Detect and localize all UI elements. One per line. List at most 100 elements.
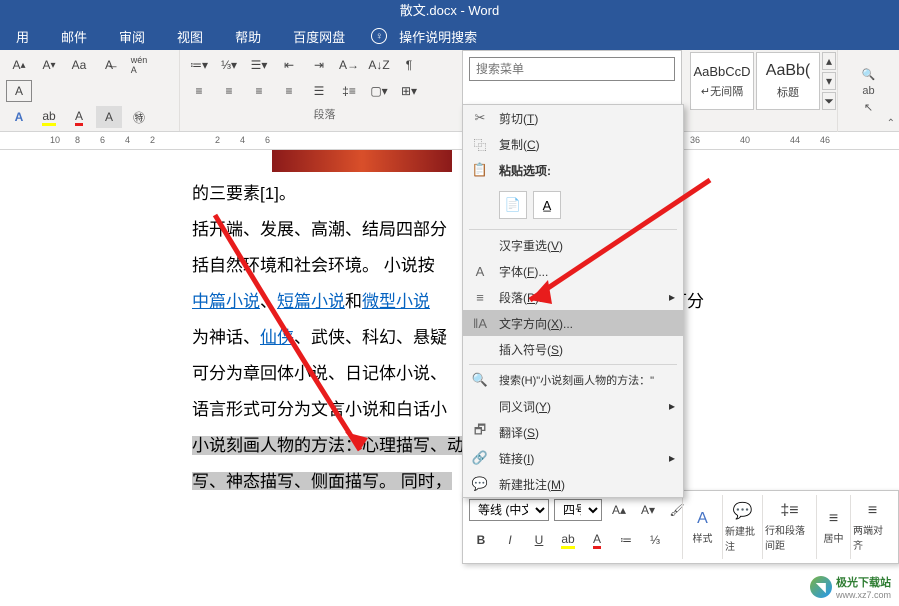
- font-color-icon[interactable]: A: [66, 106, 92, 128]
- styles-up-icon[interactable]: ▴: [822, 52, 836, 70]
- document-area[interactable]: 的三要素[1]。般包 括开端、发展、高潮、结局四部分境包 括自然环境和社会环境。…: [0, 150, 899, 490]
- mini-shrink-icon[interactable]: A▾: [636, 499, 660, 521]
- show-marks-icon[interactable]: ¶: [396, 54, 422, 76]
- mini-toolbar: 等线 (中文 四号 A▴ A▾ 🖌 B I U ab A ≔ ⅓ A样式 💬新建…: [462, 490, 899, 564]
- tab-baidu[interactable]: 百度网盘: [281, 23, 357, 50]
- tab-use[interactable]: 用: [4, 23, 41, 50]
- bullets-icon[interactable]: ≔▾: [186, 54, 212, 76]
- tab-view[interactable]: 视图: [165, 23, 215, 50]
- menu-copy[interactable]: ⿻复制(C): [463, 131, 683, 157]
- shading-icon[interactable]: ▢▾: [366, 80, 392, 102]
- clear-format-icon[interactable]: A̶: [96, 54, 122, 76]
- mini-italic-icon[interactable]: I: [498, 529, 522, 551]
- paste-keep-source[interactable]: 📄: [499, 191, 527, 219]
- link[interactable]: 微型小说: [362, 292, 430, 311]
- indent-right-icon[interactable]: ⇥: [306, 54, 332, 76]
- translate-icon: 🗗: [471, 421, 489, 443]
- multilevel-icon[interactable]: ☰▾: [246, 54, 272, 76]
- highlight-icon[interactable]: ab: [36, 106, 62, 128]
- comment-icon: 💬: [471, 476, 489, 492]
- align-right-icon[interactable]: ≡: [246, 80, 272, 102]
- tab-mail[interactable]: 邮件: [49, 23, 99, 50]
- sort-icon[interactable]: A↓Z: [366, 54, 392, 76]
- font-size-up-icon[interactable]: A▴: [6, 54, 32, 76]
- find-icon[interactable]: 🔍: [862, 68, 876, 81]
- char-shading-icon[interactable]: A: [96, 106, 122, 128]
- menu-paragraph[interactable]: ≡段落(P)...▸: [463, 284, 683, 310]
- watermark: ◥ 极光下载站 www.xz7.com: [810, 574, 891, 600]
- mini-grow-icon[interactable]: A▴: [607, 499, 631, 521]
- search-icon: 🔍: [471, 372, 489, 388]
- link-icon: 🔗: [471, 450, 489, 466]
- select-icon[interactable]: ↖: [864, 101, 873, 114]
- mini-justify-button[interactable]: ≡两端对齐: [850, 495, 894, 559]
- title-bar: 散文.docx - Word: [0, 0, 899, 22]
- mini-styles-button[interactable]: A样式: [682, 495, 722, 559]
- selected-text[interactable]: 写、神态描写、侧面描写。 同时，: [192, 472, 452, 490]
- change-case-icon[interactable]: Aa: [66, 54, 92, 76]
- justify-icon[interactable]: ≡: [276, 80, 302, 102]
- styles-gallery: AaBbCcD ↵无间隔 AaBb( 标题 ▴ ▾ ⏷: [690, 52, 836, 110]
- menu-font[interactable]: A字体(F)...: [463, 258, 683, 284]
- line-spacing-icon[interactable]: ‡≡: [336, 80, 362, 102]
- ruler[interactable]: 10 8 6 4 2 2 4 6 36 40 44 46: [0, 132, 899, 150]
- search-menu-input[interactable]: [469, 57, 675, 81]
- inline-image[interactable]: [272, 150, 452, 172]
- menu-insert-symbol[interactable]: 插入符号(S): [463, 336, 683, 362]
- font-size-down-icon[interactable]: A▾: [36, 54, 62, 76]
- align-center-icon[interactable]: ≡: [216, 80, 242, 102]
- context-menu: ✂剪切(T) ⿻复制(C) 📋粘贴选项: 📄 A̲ 汉字重选(V) A字体(F)…: [462, 104, 684, 498]
- replace-icon[interactable]: ab: [862, 85, 874, 97]
- font-icon: A: [471, 264, 489, 279]
- tab-review[interactable]: 审阅: [107, 23, 157, 50]
- mini-underline-icon[interactable]: U: [527, 529, 551, 551]
- menu-search[interactable]: 🔍搜索(H)"小说刻画人物的方法：": [463, 367, 683, 393]
- ribbon-tabs: 用 邮件 审阅 视图 帮助 百度网盘 ♀ 操作说明搜索: [0, 22, 899, 50]
- ribbon: A▴ A▾ Aa A̶ wénA A A ab A A ㊕ ≔▾ ⅓▾ ☰▾ ⇤…: [0, 50, 899, 132]
- phonetic-icon[interactable]: wénA: [126, 54, 152, 76]
- text-direction-icon: ‖A: [471, 316, 489, 331]
- menu-paste-label: 📋粘贴选项:: [463, 157, 683, 183]
- style-no-spacing[interactable]: AaBbCcD ↵无间隔: [690, 52, 754, 110]
- menu-synonyms[interactable]: 同义词(Y)▸: [463, 393, 683, 419]
- link[interactable]: 短篇小说: [277, 292, 345, 311]
- paste-icon: 📋: [471, 162, 489, 178]
- watermark-logo-icon: ◥: [810, 576, 832, 598]
- ltr-icon[interactable]: A→: [336, 54, 362, 76]
- distribute-icon[interactable]: ☰: [306, 80, 332, 102]
- numbering-icon[interactable]: ⅓▾: [216, 54, 242, 76]
- style-title[interactable]: AaBb( 标题: [756, 52, 820, 110]
- mini-numbering-icon[interactable]: ⅓: [643, 529, 667, 551]
- char-border-icon[interactable]: A: [6, 80, 32, 102]
- align-left-icon[interactable]: ≡: [186, 80, 212, 102]
- link[interactable]: 中篇小说: [192, 292, 260, 311]
- menu-text-direction[interactable]: ‖A文字方向(X)...: [463, 310, 683, 336]
- tell-me-icon: ♀: [371, 28, 387, 44]
- mini-center-button[interactable]: ≡居中: [816, 495, 850, 559]
- paste-text-only[interactable]: A̲: [533, 191, 561, 219]
- link[interactable]: 仙侠: [260, 328, 294, 347]
- tab-help[interactable]: 帮助: [223, 23, 273, 50]
- menu-cut[interactable]: ✂剪切(T): [463, 105, 683, 131]
- borders-icon[interactable]: ⊞▾: [396, 80, 422, 102]
- mini-bullets-icon[interactable]: ≔: [614, 529, 638, 551]
- mini-size-select[interactable]: 四号: [554, 499, 602, 521]
- mini-highlight-icon[interactable]: ab: [556, 529, 580, 551]
- collapse-ribbon-icon[interactable]: ⌃: [887, 118, 895, 129]
- styles-down-icon[interactable]: ▾: [822, 72, 836, 90]
- mini-font-color-icon[interactable]: A: [585, 529, 609, 551]
- tell-me[interactable]: 操作说明搜索: [399, 23, 489, 50]
- mini-font-select[interactable]: 等线 (中文: [469, 499, 549, 521]
- menu-link[interactable]: 🔗链接(I)▸: [463, 445, 683, 471]
- mini-comment-button[interactable]: 💬新建批注: [722, 495, 762, 559]
- menu-translate[interactable]: 🗗翻译(S): [463, 419, 683, 445]
- text-effects-icon[interactable]: A: [6, 106, 32, 128]
- indent-left-icon[interactable]: ⇤: [276, 54, 302, 76]
- mini-spacing-button[interactable]: ‡≡行和段落间距: [762, 495, 816, 559]
- styles-more-icon[interactable]: ⏷: [822, 92, 836, 110]
- mini-bold-icon[interactable]: B: [469, 529, 493, 551]
- menu-new-comment[interactable]: 💬新建批注(M): [463, 471, 683, 497]
- menu-hanzi[interactable]: 汉字重选(V): [463, 232, 683, 258]
- paragraph-label: 段落: [186, 106, 463, 122]
- enclose-char-icon[interactable]: ㊕: [126, 106, 152, 128]
